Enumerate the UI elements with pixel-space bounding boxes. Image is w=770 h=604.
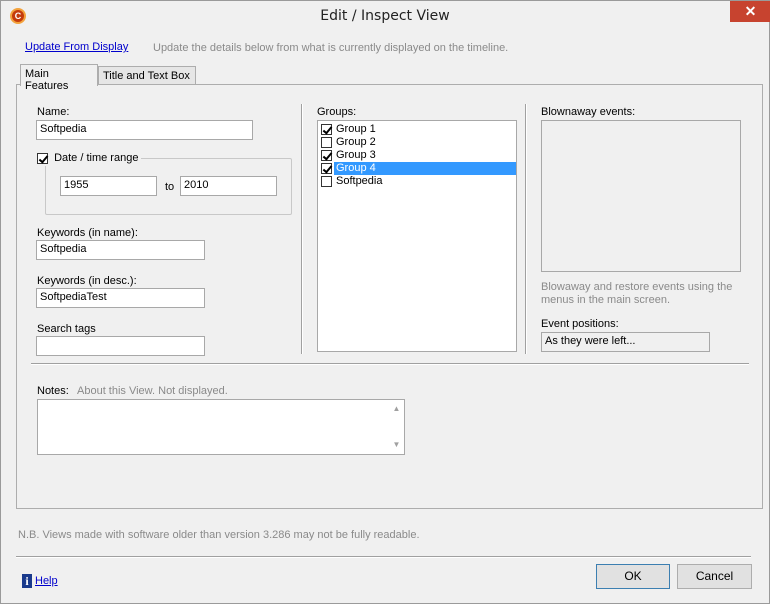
column-divider-1 xyxy=(301,104,303,354)
scroll-down-arrow-icon[interactable]: ▼ xyxy=(389,439,404,451)
name-field[interactable]: Softpedia xyxy=(36,120,253,140)
group-item-1[interactable]: Group 1 xyxy=(319,123,516,136)
blownaway-label: Blownaway events: xyxy=(541,106,636,118)
notes-textarea[interactable]: ▲ ▼ xyxy=(37,399,405,455)
update-from-display-link[interactable]: Update From Display xyxy=(25,41,128,53)
notes-divider xyxy=(31,363,749,365)
date-range-label: Date / time range xyxy=(54,152,139,165)
date-range-toggle[interactable]: Date / time range xyxy=(35,152,142,166)
date-to-label: to xyxy=(165,181,175,193)
tab-title-and-text-box-label: Title and Text Box xyxy=(103,70,190,82)
groups-listbox[interactable]: Group 1 Group 2 Group 3 Group 4 Softpedi… xyxy=(317,120,517,352)
group-item-2[interactable]: Group 2 xyxy=(319,136,516,149)
group-item-5[interactable]: Softpedia xyxy=(319,175,516,188)
group-item-5-label: Softpedia xyxy=(336,175,383,187)
group-item-5-checkbox[interactable] xyxy=(321,176,332,187)
event-positions-label: Event positions: xyxy=(541,318,619,330)
event-positions-field[interactable]: As they were left... xyxy=(541,332,710,352)
groups-label: Groups: xyxy=(317,106,357,118)
search-tags-label: Search tags xyxy=(37,323,96,335)
cancel-button[interactable]: Cancel xyxy=(677,564,752,589)
group-item-4-label: Group 4 xyxy=(334,162,516,175)
notes-hint: About this View. Not displayed. xyxy=(77,385,228,397)
group-item-1-checkbox[interactable] xyxy=(321,124,332,135)
title-bar: C Edit / Inspect View ✕ xyxy=(1,1,770,32)
scroll-up-arrow-icon[interactable]: ▲ xyxy=(389,403,404,415)
date-range-checkbox[interactable] xyxy=(37,152,48,164)
keywords-desc-label: Keywords (in desc.): xyxy=(37,275,137,287)
keywords-name-label: Keywords (in name): xyxy=(37,227,138,239)
group-item-2-checkbox[interactable] xyxy=(321,137,332,148)
group-item-4[interactable]: Group 4 xyxy=(319,162,516,175)
tab-main-features[interactable]: Main Features xyxy=(20,64,98,92)
tab-main-features-label: Main Features xyxy=(25,68,69,92)
search-tags-field[interactable] xyxy=(36,336,205,356)
keywords-desc-field[interactable]: SoftpediaTest xyxy=(36,288,205,308)
help-link[interactable]: Help xyxy=(35,575,58,587)
blownaway-hint: Blowaway and restore events using the me… xyxy=(541,281,733,306)
group-item-3-checkbox[interactable] xyxy=(321,150,332,161)
group-item-3-label: Group 3 xyxy=(336,149,376,161)
date-to-field[interactable]: 2010 xyxy=(180,176,277,196)
group-item-2-label: Group 2 xyxy=(336,136,376,148)
keywords-name-field[interactable]: Softpedia xyxy=(36,240,205,260)
notes-label: Notes: xyxy=(37,385,69,397)
info-icon: i xyxy=(22,574,32,588)
version-note: N.B. Views made with software older than… xyxy=(18,529,420,541)
window-title: Edit / Inspect View xyxy=(320,8,450,24)
date-from-field[interactable]: 1955 xyxy=(60,176,157,196)
close-button[interactable]: ✕ xyxy=(730,1,770,22)
group-item-4-checkbox[interactable] xyxy=(321,163,332,174)
name-label: Name: xyxy=(37,106,70,118)
notes-scrollbar[interactable]: ▲ ▼ xyxy=(389,400,404,454)
tab-title-and-text-box[interactable]: Title and Text Box xyxy=(98,66,196,84)
blownaway-events-list[interactable] xyxy=(541,120,741,272)
group-item-1-label: Group 1 xyxy=(336,123,376,135)
update-hint-text: Update the details below from what is cu… xyxy=(153,42,509,54)
edit-inspect-view-dialog: C Edit / Inspect View ✕ Update From Disp… xyxy=(0,0,770,604)
footer-divider xyxy=(16,556,751,558)
group-item-3[interactable]: Group 3 xyxy=(319,149,516,162)
ok-button[interactable]: OK xyxy=(596,564,670,589)
column-divider-2 xyxy=(525,104,527,354)
